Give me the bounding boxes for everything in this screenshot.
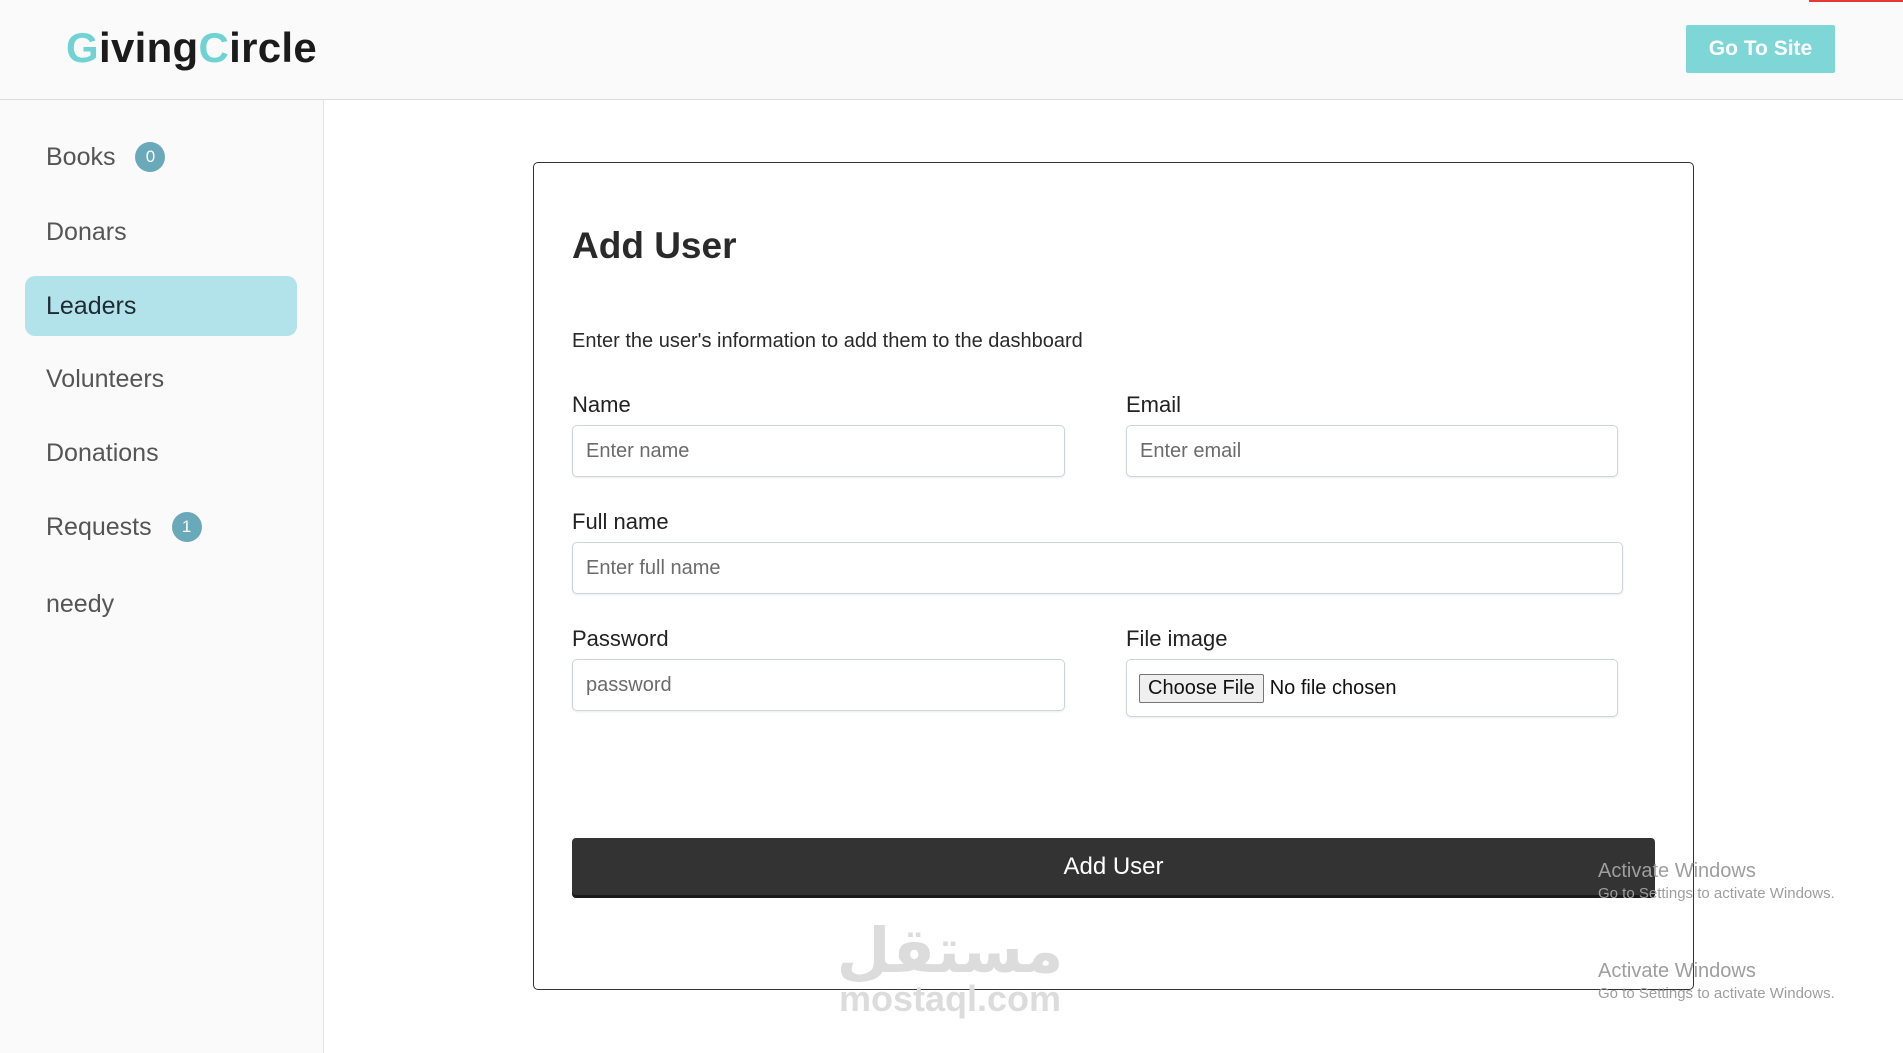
email-input[interactable] (1126, 425, 1618, 477)
file-image-label: File image (1126, 626, 1228, 651)
file-image-input[interactable]: Choose File No file chosen (1126, 659, 1618, 717)
sidebar: Books 0 Donars Leaders Volunteers Donati… (0, 100, 324, 1053)
choose-file-button[interactable]: Choose File (1139, 673, 1264, 703)
sidebar-item-needy[interactable]: needy (25, 574, 297, 634)
sidebar-item-label: Books (46, 142, 116, 171)
sidebar-item-label: Volunteers (46, 364, 165, 393)
sidebar-item-books[interactable]: Books 0 (25, 127, 297, 187)
password-input[interactable] (572, 659, 1065, 711)
mostaql-watermark: مستقل mostaql.com (836, 914, 1064, 1020)
sidebar-item-donations[interactable]: Donations (25, 423, 297, 483)
sidebar-item-label: Donars (46, 217, 127, 246)
activate-windows-notice: Activate Windows Go to Settings to activ… (1598, 860, 1835, 902)
full-name-input[interactable] (572, 542, 1623, 594)
sidebar-item-label: Requests (46, 512, 152, 541)
sidebar-item-label: Donations (46, 438, 159, 467)
activate-windows-notice: Activate Windows Go to Settings to activ… (1598, 960, 1835, 1002)
sidebar-item-donars[interactable]: Donars (25, 202, 297, 262)
sidebar-item-volunteers[interactable]: Volunteers (25, 349, 297, 409)
full-name-label: Full name (572, 509, 669, 534)
sidebar-item-leaders[interactable]: Leaders (25, 276, 297, 336)
file-status: No file chosen (1269, 676, 1397, 699)
count-badge: 0 (135, 142, 166, 172)
email-label: Email (1126, 392, 1182, 417)
sidebar-item-label: needy (46, 589, 115, 618)
form-description: Enter the user's information to add them… (572, 330, 1083, 352)
top-header: GivingCircle Go To Site (0, 0, 1903, 100)
password-label: Password (572, 626, 669, 651)
count-badge: 1 (171, 512, 202, 542)
add-user-button[interactable]: Add User (572, 838, 1655, 895)
name-input[interactable] (572, 425, 1065, 477)
sidebar-item-requests[interactable]: Requests 1 (25, 497, 297, 557)
page-title: Add User (572, 225, 737, 266)
go-to-site-button[interactable]: Go To Site (1686, 25, 1835, 73)
top-accent-line (1809, 0, 1903, 2)
add-user-card: Add User Enter the user's information to… (533, 162, 1694, 990)
name-label: Name (572, 392, 631, 417)
sidebar-item-label: Leaders (46, 291, 137, 320)
app-logo[interactable]: GivingCircle (66, 24, 317, 72)
